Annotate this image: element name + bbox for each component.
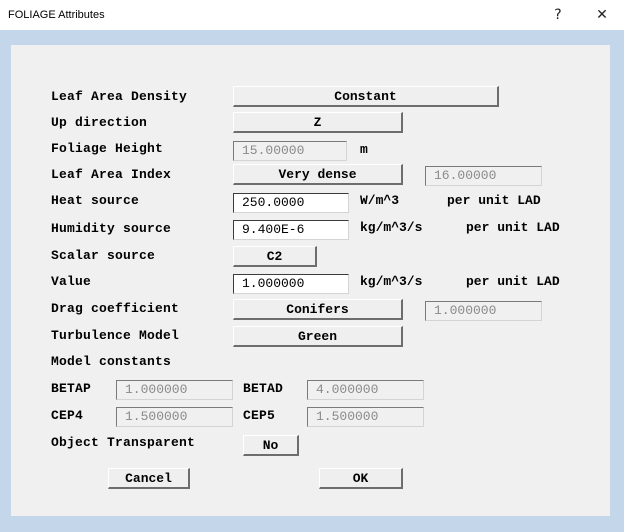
cep4-field: 1.500000 [116,407,233,427]
betap-label: BETAP [51,381,92,396]
dialog-window: FOLIAGE Attributes ? ✕ Leaf Area Density… [0,0,624,532]
humidity-source-suffix: per unit LAD [466,220,560,235]
leaf-area-index-button[interactable]: Very dense [233,164,403,185]
cancel-button[interactable]: Cancel [108,468,190,489]
title-bar[interactable]: FOLIAGE Attributes ? ✕ [0,0,624,30]
dialog-panel: Leaf Area Density Constant Up direction … [11,45,610,516]
up-direction-button[interactable]: Z [233,112,403,133]
object-transparent-button[interactable]: No [243,435,299,456]
betap-field: 1.000000 [116,380,233,400]
leaf-area-density-button[interactable]: Constant [233,86,499,107]
turbulence-model-label: Turbulence Model [51,328,180,343]
drag-coefficient-label: Drag coefficient [51,301,180,316]
up-direction-label: Up direction [51,115,148,130]
heat-source-suffix: per unit LAD [447,193,541,208]
humidity-source-unit: kg/m^3/s [360,220,423,235]
cep5-field: 1.500000 [307,407,424,427]
drag-coefficient-field: 1.000000 [425,301,542,321]
value-input[interactable]: 1.000000 [233,274,349,294]
heat-source-input[interactable]: 250.0000 [233,193,349,213]
value-suffix: per unit LAD [466,274,560,289]
value-label: Value [51,274,92,289]
leaf-area-index-field: 16.00000 [425,166,542,186]
scalar-source-label: Scalar source [51,248,156,263]
betad-label: BETAD [243,381,284,396]
ok-button[interactable]: OK [319,468,403,489]
foliage-height-unit: m [360,142,368,157]
betad-field: 4.000000 [307,380,424,400]
leaf-area-density-label: Leaf Area Density [51,89,188,104]
scalar-source-button[interactable]: C2 [233,246,317,267]
leaf-area-index-label: Leaf Area Index [51,167,172,182]
object-transparent-label: Object Transparent [51,435,196,450]
window-title: FOLIAGE Attributes [8,9,105,21]
foliage-height-field: 15.00000 [233,141,347,161]
heat-source-label: Heat source [51,193,140,208]
close-icon[interactable]: ✕ [584,4,620,26]
humidity-source-input[interactable]: 9.400E-6 [233,220,349,240]
value-unit: kg/m^3/s [360,274,423,289]
turbulence-model-button[interactable]: Green [233,326,403,347]
model-constants-label: Model constants [51,354,172,369]
foliage-height-label: Foliage Height [51,141,164,156]
humidity-source-label: Humidity source [51,221,172,236]
drag-coefficient-button[interactable]: Conifers [233,299,403,320]
heat-source-unit: W/m^3 [360,193,400,208]
help-icon[interactable]: ? [540,4,576,26]
cep5-label: CEP5 [243,408,276,423]
cep4-label: CEP4 [51,408,84,423]
